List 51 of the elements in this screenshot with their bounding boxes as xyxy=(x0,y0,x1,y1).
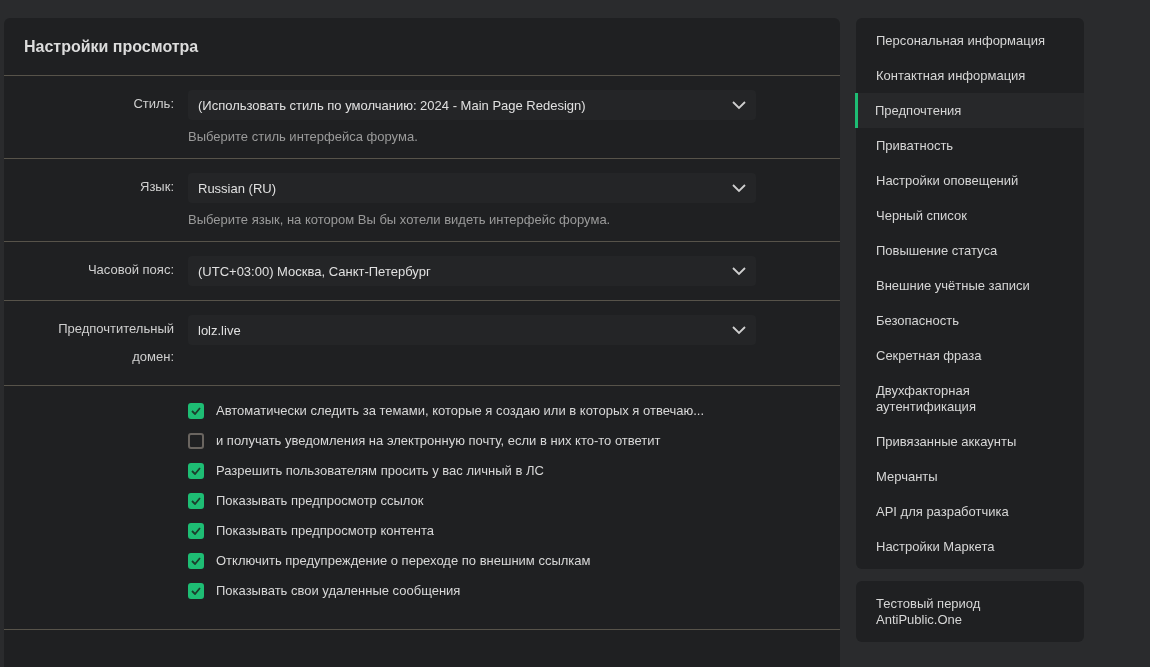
sidebar-item[interactable]: Внешние учётные записи xyxy=(856,268,1084,303)
panel-title: Настройки просмотра xyxy=(4,18,840,76)
check-icon xyxy=(191,406,201,415)
checkbox[interactable] xyxy=(188,432,204,449)
select-field[interactable]: Russian (RU) xyxy=(188,173,756,203)
sidebar-item[interactable]: Предпочтения xyxy=(855,93,1084,128)
select-field[interactable]: (Использовать стиль по умолчанию: 2024 - Main Page Redesign) xyxy=(188,90,756,120)
checkbox[interactable] xyxy=(188,522,204,539)
sidebar-item[interactable]: Двухфакторная аутентификация xyxy=(856,373,1084,424)
check-icon xyxy=(191,556,201,565)
option-label: Показывать предпросмотр контента xyxy=(216,523,434,538)
sidebar-item[interactable]: Настройки оповещений xyxy=(856,163,1084,198)
check-icon xyxy=(191,526,201,535)
sidebar-item[interactable]: Контактная информация xyxy=(856,58,1084,93)
field-label: Язык: xyxy=(140,178,174,196)
checkbox[interactable] xyxy=(188,462,204,479)
field-hint: Выберите язык, на котором Вы бы хотели видеть интерфейс форума. xyxy=(188,212,612,227)
chevron-down-icon xyxy=(732,100,746,110)
checkbox[interactable] xyxy=(188,582,204,599)
option-label: Показывать свои удаленные сообщения xyxy=(216,583,461,598)
option-label: Отключить предупреждение о переходе по внешним ссылкам xyxy=(216,553,591,568)
checkbox[interactable] xyxy=(188,552,204,569)
chevron-down-icon xyxy=(732,325,746,335)
chevron-down-icon xyxy=(732,183,746,193)
sidebar-item[interactable]: API для разработчика xyxy=(856,494,1084,529)
option-label: Автоматически следить за темами, которые я создаю или в которых я отвечаю... xyxy=(216,403,705,418)
sidebar-item[interactable]: Приватность xyxy=(856,128,1084,163)
checkbox[interactable] xyxy=(188,492,204,509)
select-field[interactable]: lolz.live xyxy=(188,315,756,345)
check-icon xyxy=(191,496,201,505)
sidebar-item[interactable]: Черный список xyxy=(856,198,1084,233)
sidebar-item[interactable]: Персональная информация xyxy=(856,23,1084,58)
sidebar-item[interactable]: Привязанные аккаунты xyxy=(856,424,1084,459)
field-label: Часовой пояс: xyxy=(87,261,174,279)
field-label: Предпочтительный домен: xyxy=(57,320,174,366)
sidebar-item[interactable]: Безопасность xyxy=(856,303,1084,338)
field-label: Стиль: xyxy=(133,95,174,113)
chevron-down-icon xyxy=(732,266,746,276)
check-icon xyxy=(191,586,201,595)
option-label: Разрешить пользователям просить у вас личный в ЛС xyxy=(216,463,544,478)
sidebar-item[interactable]: Секретная фраза xyxy=(856,338,1084,373)
select-field[interactable]: (UTC+03:00) Москва, Санкт-Петербург xyxy=(188,256,756,286)
field-hint: Выберите стиль интерфейса форума. xyxy=(188,129,419,144)
sidebar-item[interactable]: Мерчанты xyxy=(856,459,1084,494)
checkbox[interactable] xyxy=(188,402,204,419)
option-label: Показывать предпросмотр ссылок xyxy=(216,493,424,508)
check-icon xyxy=(191,466,201,475)
sidebar-item[interactable]: Настройки Маркета xyxy=(856,529,1084,564)
sidebar-item[interactable]: Тестовый период AntiPublic.One xyxy=(856,586,1046,637)
option-label: и получать уведомления на электронную почту, если в них кто-то ответит xyxy=(216,433,661,448)
sidebar-item[interactable]: Повышение статуса xyxy=(856,233,1084,268)
